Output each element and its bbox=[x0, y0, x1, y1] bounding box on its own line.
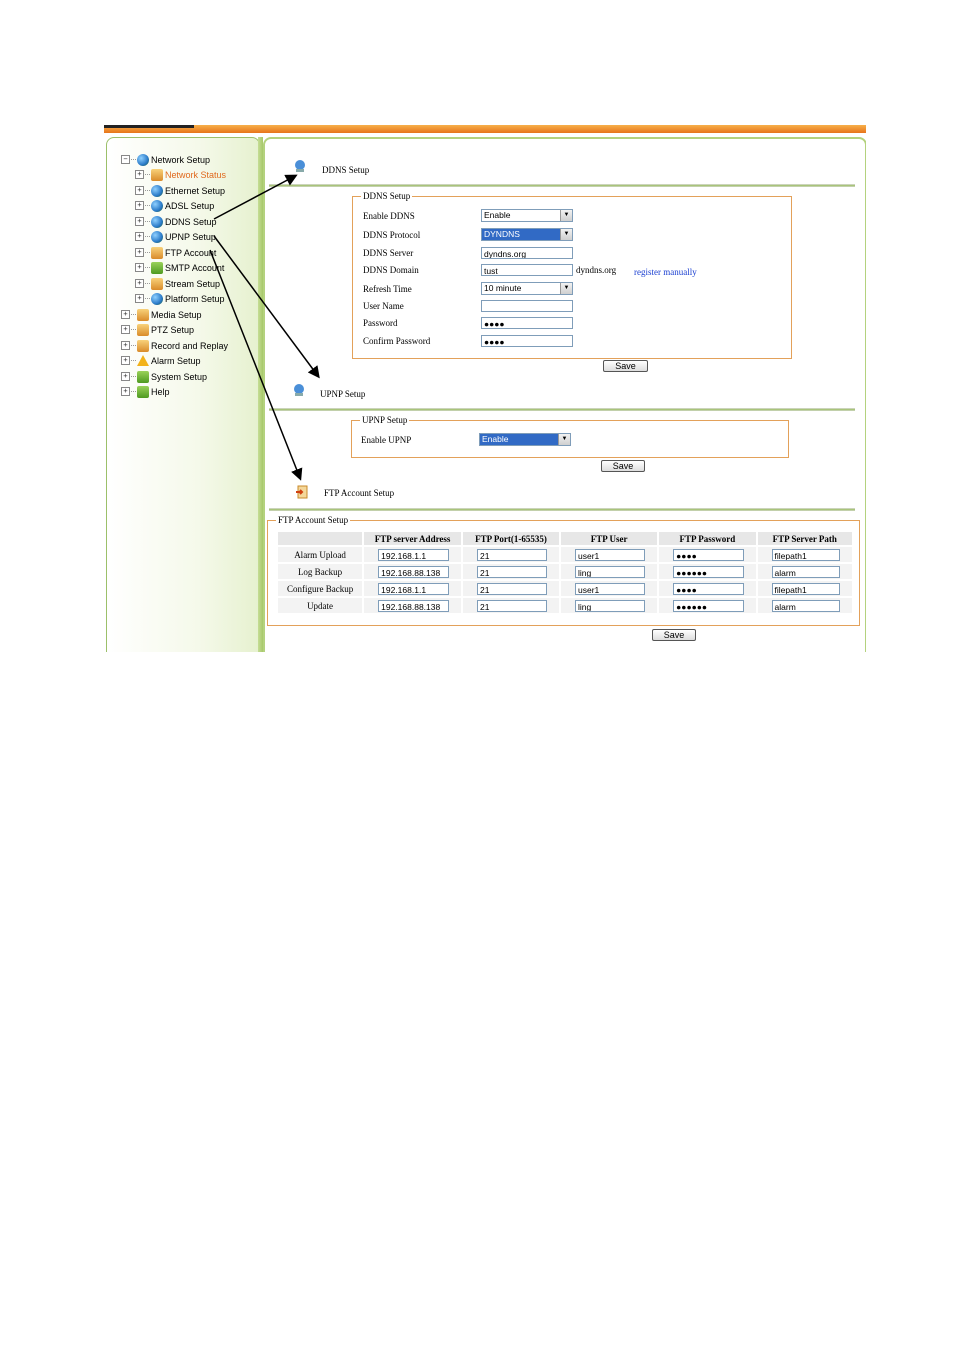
annotation-arrows bbox=[209, 174, 320, 481]
arrow-to-ftp bbox=[209, 249, 303, 481]
arrow-to-upnp bbox=[213, 235, 320, 379]
arrow-to-ddns bbox=[213, 174, 298, 220]
